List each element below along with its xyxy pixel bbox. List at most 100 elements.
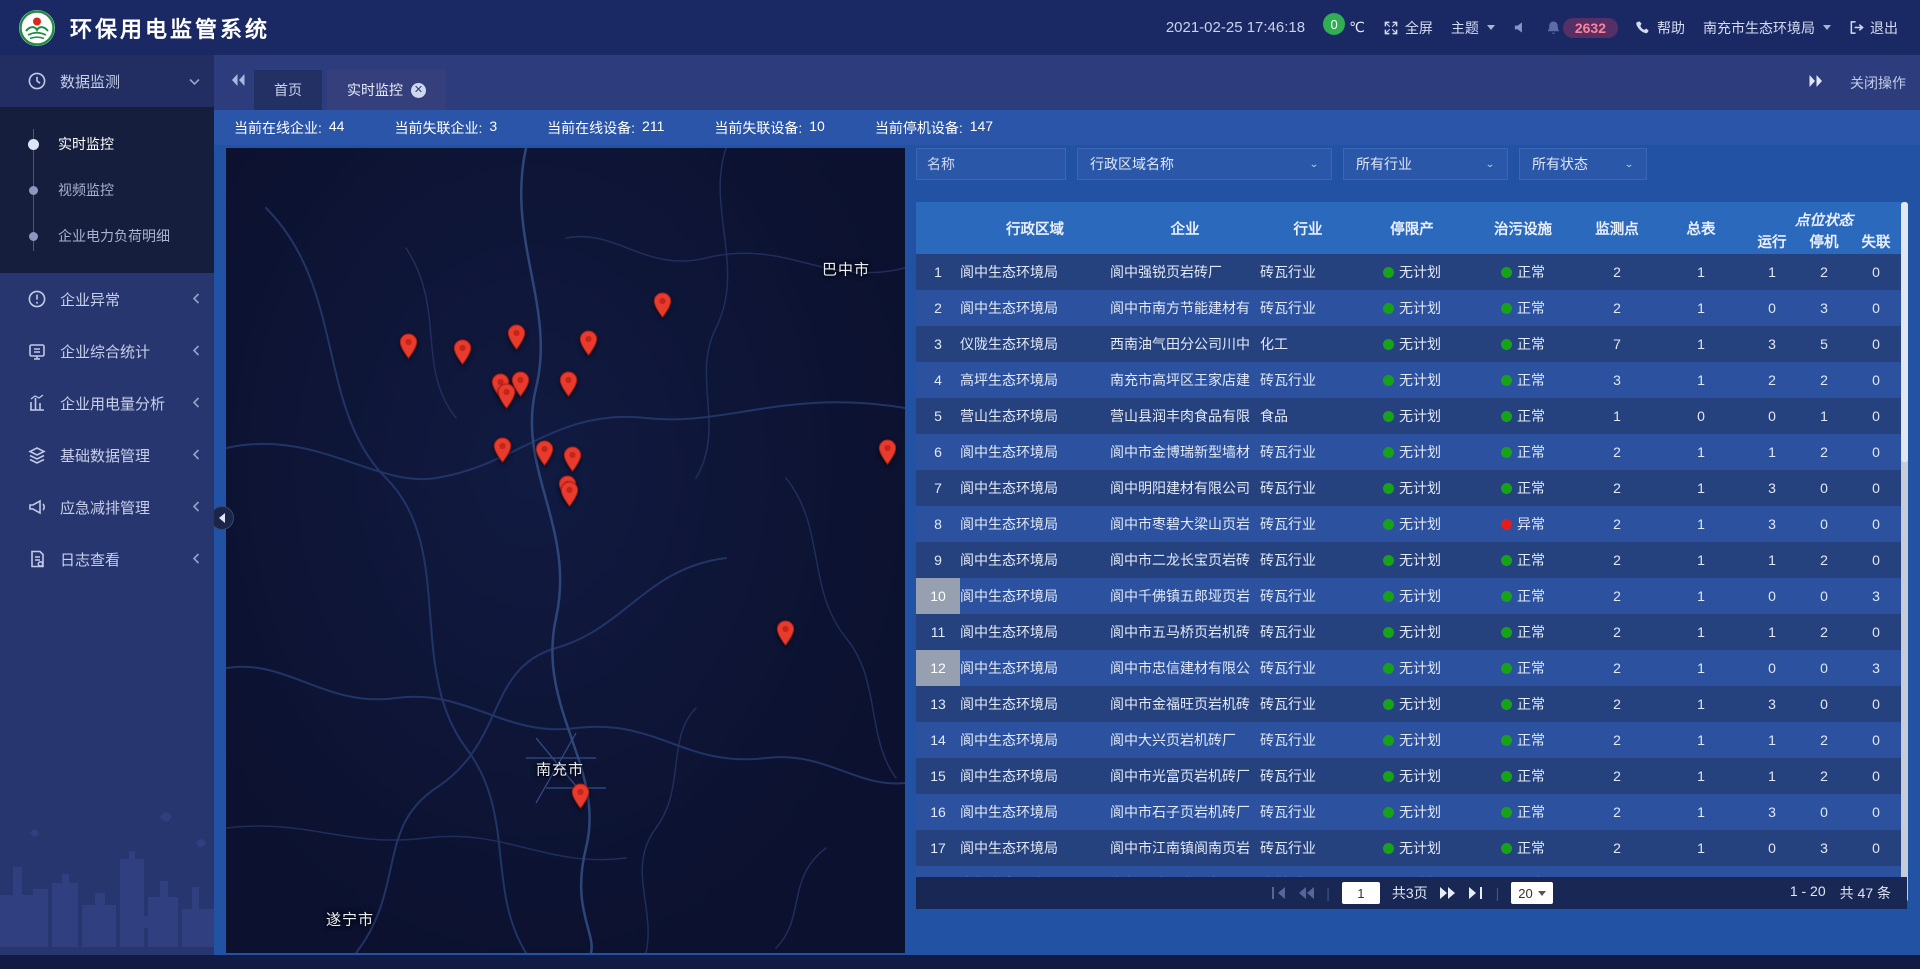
table-row[interactable]: 7阆中生态环境局阆中明阳建材有限公司砖瓦行业无计划正常21300	[916, 470, 1902, 506]
sidebar-subitem[interactable]: 视频监控	[0, 167, 214, 213]
map-panel[interactable]: 巴中市南充市遂宁市	[226, 148, 905, 953]
prev-page-button[interactable]	[1298, 887, 1314, 899]
main-area: 首页实时监控✕ 关闭操作 当前在线企业:44当前失联企业:3当前在线设备:211…	[214, 55, 1920, 955]
table-row[interactable]: 4高坪生态环境局南充市高坪区王家店建砖瓦行业无计划正常31220	[916, 362, 1902, 398]
close-operations-button[interactable]: 关闭操作	[1850, 73, 1906, 93]
sidebar-subitem[interactable]: 企业电力负荷明细	[0, 213, 214, 259]
chevron-down-icon: ⌄	[1624, 158, 1634, 169]
cell-limit: 无计划	[1356, 442, 1468, 462]
tab-active[interactable]: 实时监控✕	[327, 70, 446, 110]
map-pin-icon[interactable]	[399, 333, 418, 360]
cell-lost: 0	[1850, 624, 1902, 640]
app-root: 环保用电监管系统 2021-02-25 17:46:18 0 ℃ 全屏 主题	[0, 0, 1920, 969]
cell-meters: 1	[1656, 804, 1746, 820]
map-pin-icon[interactable]	[653, 292, 672, 319]
sidebar-item[interactable]: 企业综合统计	[0, 325, 214, 377]
table-row[interactable]: 5营山生态环境局营山县润丰肉食品有限食品无计划正常10010	[916, 398, 1902, 434]
last-page-button[interactable]	[1468, 887, 1484, 899]
chevron-left-icon	[192, 291, 200, 308]
sidebar-item[interactable]: 基础数据管理	[0, 429, 214, 481]
cell-points: 2	[1578, 516, 1656, 532]
table-row[interactable]: 16阆中生态环境局阆中市石子页岩机砖厂砖瓦行业无计划正常21300	[916, 794, 1902, 830]
sidebar-subitem[interactable]: 实时监控	[0, 121, 214, 167]
cell-company: 西南油气田分公司川中	[1110, 334, 1260, 354]
sidebar-item[interactable]: 数据监测	[0, 55, 214, 107]
bar-chart-icon	[27, 393, 47, 413]
tabs-scroll-left-button[interactable]	[230, 73, 246, 92]
cell-facility: 正常	[1468, 550, 1578, 570]
table-row[interactable]: 6阆中生态环境局阆中市金博瑞新型墙材砖瓦行业无计划正常21120	[916, 434, 1902, 470]
sidebar-item[interactable]: 应急减排管理	[0, 481, 214, 533]
cell-company: 营山县润丰肉食品有限	[1110, 406, 1260, 426]
table-row[interactable]: 9阆中生态环境局阆中市二龙长宝页岩砖砖瓦行业无计划正常21120	[916, 542, 1902, 578]
tab-item[interactable]: 首页	[254, 70, 322, 110]
fullscreen-button[interactable]: 全屏	[1383, 18, 1433, 38]
status-dot	[1383, 591, 1394, 602]
sidebar-item[interactable]: 企业用电量分析	[0, 377, 214, 429]
table-row[interactable]: 8阆中生态环境局阆中市枣碧大梁山页岩砖瓦行业无计划异常21300	[916, 506, 1902, 542]
map-pin-icon[interactable]	[453, 339, 472, 366]
tabs-scroll-right-button[interactable]	[1808, 74, 1824, 91]
status-filter-select[interactable]: 所有状态⌄	[1519, 148, 1647, 180]
table-row[interactable]: 17阆中生态环境局阆中市江南镇阆南页岩砖瓦行业无计划正常21030	[916, 830, 1902, 866]
theme-dropdown[interactable]: 主题	[1451, 18, 1495, 38]
next-page-button[interactable]	[1440, 887, 1456, 899]
map-pin-icon[interactable]	[571, 783, 590, 810]
table-row[interactable]: 2阆中生态环境局阆中市南方节能建材有砖瓦行业无计划正常21030	[916, 290, 1902, 326]
table-row[interactable]: 1阆中生态环境局阆中强锐页岩砖厂砖瓦行业无计划正常21120	[916, 254, 1902, 290]
page-number-input[interactable]	[1342, 882, 1380, 904]
logout-button[interactable]: 退出	[1849, 18, 1898, 38]
table-row[interactable]: 11阆中生态环境局阆中市五马桥页岩机砖砖瓦行业无计划正常21120	[916, 614, 1902, 650]
city-skyline-decoration	[0, 797, 214, 947]
map-pin-icon[interactable]	[559, 371, 578, 398]
help-button[interactable]: 帮助	[1636, 18, 1685, 38]
sidebar-item[interactable]: 企业异常	[0, 273, 214, 325]
tab-label: 首页	[274, 80, 302, 100]
org-dropdown[interactable]: 南充市生态环境局	[1703, 18, 1831, 38]
status-dot	[1501, 483, 1512, 494]
status-dot	[1383, 519, 1394, 530]
cell-facility: 正常	[1468, 802, 1578, 822]
cell-facility: 正常	[1468, 262, 1578, 282]
megaphone-icon	[27, 497, 47, 517]
row-index: 4	[916, 362, 960, 398]
region-filter-select[interactable]: 行政区域名称⌄	[1077, 148, 1332, 180]
status-dot	[1501, 339, 1512, 350]
table-scrollbar[interactable]	[1901, 202, 1908, 902]
first-page-button[interactable]	[1270, 887, 1286, 899]
cell-region: 阆中生态环境局	[960, 262, 1110, 282]
cell-region: 阆中生态环境局	[960, 298, 1110, 318]
map-roads	[226, 148, 905, 953]
status-dot	[1383, 843, 1394, 854]
map-pin-icon[interactable]	[579, 330, 598, 357]
stat-value: 211	[642, 118, 664, 138]
table-row[interactable]: 15阆中生态环境局阆中市光富页岩机砖厂砖瓦行业无计划正常21120	[916, 758, 1902, 794]
notifications-button[interactable]: 2632	[1546, 18, 1618, 38]
cell-points: 2	[1578, 588, 1656, 604]
map-pin-icon[interactable]	[507, 324, 526, 351]
cell-region: 阆中生态环境局	[960, 838, 1110, 858]
table-row[interactable]: 13阆中生态环境局阆中市金福旺页岩机砖砖瓦行业无计划正常21300	[916, 686, 1902, 722]
map-pin-icon[interactable]	[878, 439, 897, 466]
table-row[interactable]: 3仪陇生态环境局西南油气田分公司川中化工无计划正常71350	[916, 326, 1902, 362]
map-pin-icon[interactable]	[535, 440, 554, 467]
table-row[interactable]: 14阆中生态环境局阆中大兴页岩机砖厂砖瓦行业无计划正常21120	[916, 722, 1902, 758]
cell-meters: 1	[1656, 552, 1746, 568]
page-size-select[interactable]: 20	[1511, 882, 1552, 904]
chevron-down-icon	[1823, 25, 1831, 30]
table-row[interactable]: 12阆中生态环境局阆中市忠信建材有限公砖瓦行业无计划正常21003	[916, 650, 1902, 686]
map-pin-icon[interactable]	[497, 383, 516, 410]
table-row[interactable]: 10阆中生态环境局阆中千佛镇五郎垭页岩砖瓦行业无计划正常21003	[916, 578, 1902, 614]
cell-points: 2	[1578, 552, 1656, 568]
map-pin-icon[interactable]	[560, 481, 579, 508]
tab-close-icon[interactable]: ✕	[411, 83, 426, 98]
sidebar-item[interactable]: 日志查看	[0, 533, 214, 585]
map-pin-icon[interactable]	[776, 620, 795, 647]
map-pin-icon[interactable]	[493, 437, 512, 464]
industry-filter-select[interactable]: 所有行业⌄	[1343, 148, 1508, 180]
map-pin-icon[interactable]	[563, 446, 582, 473]
col-region: 行政区域	[960, 218, 1110, 239]
sound-button[interactable]	[1513, 20, 1528, 35]
cell-region: 阆中生态环境局	[960, 550, 1110, 570]
name-filter-input[interactable]	[916, 148, 1066, 180]
